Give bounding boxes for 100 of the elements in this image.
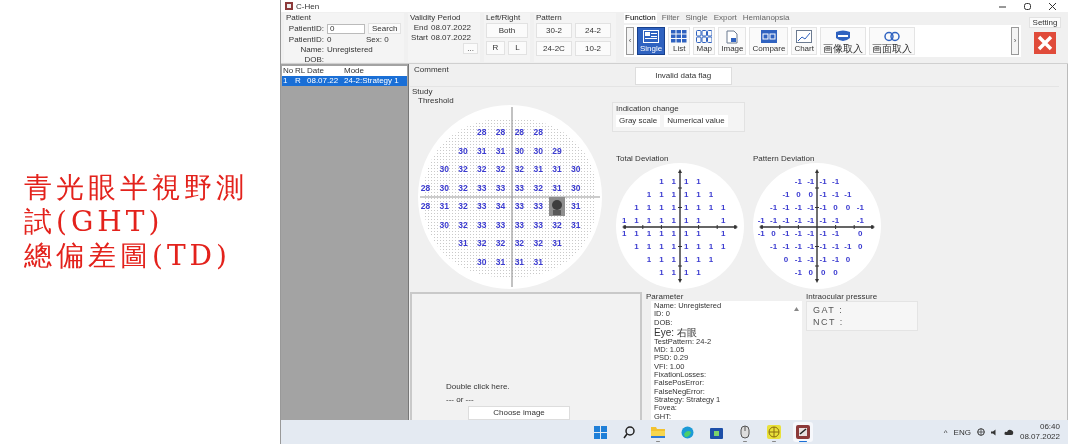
close-icon bbox=[1037, 35, 1053, 51]
pattern-button[interactable]: 30-2 bbox=[536, 23, 572, 38]
deviation-value: -1 bbox=[793, 215, 803, 227]
grid-icon bbox=[671, 30, 688, 43]
ribbon-tab[interactable]: Hemianopsia bbox=[741, 13, 791, 23]
scroll-left-button[interactable]: ‹ bbox=[626, 27, 634, 55]
deviation-value: -1 bbox=[806, 176, 816, 188]
section-label: Study bbox=[412, 87, 434, 96]
ribbon-tab[interactable]: Single bbox=[684, 13, 709, 23]
ribbon-tab[interactable]: Function bbox=[624, 13, 657, 23]
tool-button[interactable]: Compare bbox=[749, 27, 789, 55]
tool-button[interactable]: Image bbox=[718, 27, 747, 55]
deviation-value: 0 bbox=[819, 267, 827, 279]
threshold-value: 33 bbox=[476, 181, 488, 195]
taskbar-button[interactable] bbox=[793, 422, 813, 442]
invalid-data-flag-button[interactable]: Invalid data flag bbox=[634, 67, 732, 85]
close-icon[interactable] bbox=[1049, 2, 1056, 10]
tool-button[interactable]: Chart bbox=[791, 27, 817, 55]
threshold-value: 32 bbox=[494, 163, 507, 176]
indication-button[interactable]: Numerical value bbox=[664, 115, 728, 127]
pattern-button[interactable]: 24-2C bbox=[536, 41, 572, 56]
clock-date[interactable]: 08.07.2022 bbox=[1019, 432, 1060, 442]
deviation-value: 0 bbox=[807, 189, 814, 201]
speaker-icon[interactable] bbox=[990, 428, 998, 436]
threshold-value: 31 bbox=[476, 144, 488, 158]
threshold-value: 32 bbox=[494, 237, 507, 250]
threshold-value: 30 bbox=[570, 181, 582, 195]
more-button[interactable]: ... bbox=[463, 43, 478, 54]
deviation-value: 1 bbox=[658, 189, 665, 201]
tool-button[interactable]: 画像取入 bbox=[819, 27, 866, 55]
deviation-value: 1 bbox=[620, 228, 628, 240]
section-label: Comment bbox=[414, 65, 449, 76]
field-label: Name: bbox=[299, 45, 324, 54]
column-header: No bbox=[282, 66, 294, 76]
globe-icon[interactable] bbox=[976, 428, 985, 436]
scroll-up-icon[interactable] bbox=[794, 307, 799, 311]
deviation-value: -1 bbox=[781, 215, 791, 227]
deviation-value: -1 bbox=[806, 215, 816, 227]
deviation-value: -1 bbox=[769, 202, 779, 214]
indication-button[interactable]: Gray scale bbox=[616, 115, 661, 127]
patient-id-field[interactable]: 0 bbox=[327, 23, 365, 34]
caption-line: 青光眼半視野測 bbox=[24, 171, 249, 205]
tool-button[interactable]: Single bbox=[637, 27, 666, 55]
deviation-value: 1 bbox=[682, 189, 690, 201]
study-row[interactable]: 1 R 08.07.22 24-2:Strategy 1 bbox=[282, 76, 407, 86]
deviation-value: 1 bbox=[645, 228, 653, 240]
threshold-value: 30 bbox=[457, 144, 469, 158]
threshold-value: 30 bbox=[438, 181, 450, 195]
deviation-value: -1 bbox=[806, 202, 816, 214]
deviation-value: 0 bbox=[844, 202, 852, 214]
deviation-value: -1 bbox=[806, 254, 816, 266]
pressure-line: NCT : bbox=[813, 316, 845, 328]
tool-button[interactable]: 画面取入 bbox=[868, 27, 915, 55]
app-icon bbox=[796, 425, 810, 439]
deviation-value: 1 bbox=[620, 215, 628, 227]
deviation-value: 1 bbox=[695, 202, 702, 214]
pattern-button[interactable]: 24-2 bbox=[575, 23, 611, 38]
deviation-value: -1 bbox=[843, 241, 853, 253]
side-button[interactable]: R bbox=[486, 41, 505, 55]
cloud-icon[interactable] bbox=[1003, 428, 1014, 436]
deviation-value: -1 bbox=[830, 254, 841, 266]
side-button[interactable]: L bbox=[508, 41, 527, 55]
deviation-value: 1 bbox=[707, 202, 715, 214]
pattern-button[interactable]: 10-2 bbox=[575, 41, 611, 56]
threshold-value: 32 bbox=[532, 237, 544, 250]
globe-icon bbox=[767, 425, 781, 439]
deviation-value: 0 bbox=[844, 254, 852, 266]
threshold-value: 30 bbox=[532, 144, 544, 158]
deviation-value: 1 bbox=[670, 215, 677, 227]
chart-title: Threshold bbox=[418, 96, 455, 105]
deviation-value: -1 bbox=[781, 189, 791, 201]
threshold-value: 31 bbox=[513, 255, 526, 269]
threshold-value: 31 bbox=[551, 181, 563, 195]
deviation-value: 1 bbox=[682, 215, 690, 227]
language-indicator[interactable]: ENG bbox=[953, 427, 971, 437]
image-drop-area[interactable]: Double click here. --- or --- Choose image bbox=[410, 292, 642, 420]
tray-chevron[interactable]: ^ bbox=[943, 427, 948, 437]
deviation-value: 1 bbox=[670, 202, 677, 214]
separator-text: --- or --- bbox=[446, 394, 475, 406]
threshold-value: 30 bbox=[570, 163, 582, 176]
maximize-icon[interactable] bbox=[1024, 2, 1031, 10]
deviation-value: -1 bbox=[818, 189, 828, 201]
deviation-value: 0 bbox=[832, 267, 839, 279]
ribbon-tab[interactable]: Export bbox=[712, 13, 738, 23]
group-label: Validity Period bbox=[410, 13, 462, 22]
choose-image-button[interactable]: Choose image bbox=[468, 406, 570, 420]
setting-button[interactable]: Setting bbox=[1028, 17, 1062, 28]
search-button[interactable]: Search bbox=[368, 23, 402, 34]
clock-time[interactable]: 06:40 bbox=[1039, 422, 1060, 432]
deviation-value: -1 bbox=[818, 228, 828, 240]
threshold-value: 32 bbox=[476, 237, 488, 250]
both-button[interactable]: Both bbox=[486, 23, 528, 38]
deviation-value: 1 bbox=[695, 267, 702, 279]
threshold-value: 28 bbox=[494, 126, 507, 139]
tool-button[interactable]: Map bbox=[693, 27, 716, 55]
ribbon-tab[interactable]: Filter bbox=[660, 13, 681, 23]
scroll-right-button[interactable]: › bbox=[1011, 27, 1019, 55]
exit-button[interactable] bbox=[1034, 32, 1056, 54]
tool-button[interactable]: List bbox=[668, 27, 691, 55]
running-indicator bbox=[743, 440, 747, 442]
